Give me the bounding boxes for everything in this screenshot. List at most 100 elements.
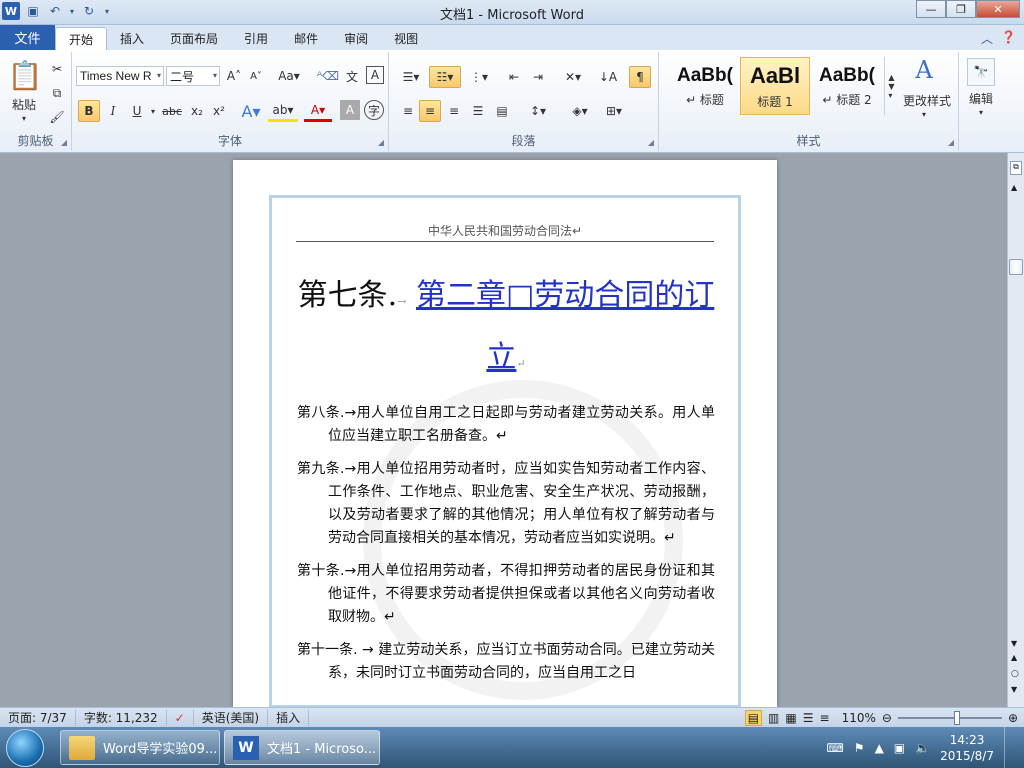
change-styles-button[interactable]: 更改样式: [900, 92, 954, 108]
tab-review[interactable]: 审阅: [331, 27, 381, 50]
underline-button[interactable]: U: [126, 100, 148, 122]
next-page-icon[interactable]: ▼: [1011, 685, 1017, 694]
draft-view-icon[interactable]: ≡: [820, 711, 830, 725]
phonetic-guide-icon[interactable]: 文: [342, 66, 362, 86]
find-icon[interactable]: 🔭: [967, 58, 995, 86]
editing-button[interactable]: 编辑: [963, 90, 999, 106]
scroll-thumb[interactable]: [1009, 259, 1023, 275]
show-desktop-button[interactable]: [1004, 727, 1016, 768]
justify-icon[interactable]: ☰: [467, 100, 489, 122]
asian-layout-icon[interactable]: ✕▾: [559, 66, 587, 88]
styles-scroll[interactable]: ▲ ▼ ▾: [884, 57, 898, 115]
change-case-icon[interactable]: Aa▾: [276, 66, 302, 86]
chevron-down-icon[interactable]: ▾: [18, 112, 30, 124]
font-size-combo[interactable]: 二号 ▾: [166, 66, 220, 86]
insert-mode[interactable]: 插入: [268, 709, 310, 726]
tab-insert[interactable]: 插入: [107, 27, 157, 50]
scroll-down-icon[interactable]: ▼: [1011, 639, 1017, 648]
tab-view[interactable]: 视图: [381, 27, 431, 50]
align-right-icon[interactable]: ≡: [443, 100, 465, 122]
input-method-icon[interactable]: ⚑: [854, 741, 865, 755]
paste-button[interactable]: 粘贴: [6, 96, 42, 112]
decrease-indent-icon[interactable]: ⇤: [503, 66, 525, 88]
keyboard-icon[interactable]: ⌨: [826, 741, 843, 755]
dialog-launcher-icon[interactable]: ◢: [378, 138, 384, 147]
char-shading-icon[interactable]: A: [340, 100, 360, 120]
zoom-level[interactable]: 110%: [842, 711, 876, 725]
clock[interactable]: 14:23 2015/8/7: [940, 732, 994, 764]
increase-indent-icon[interactable]: ⇥: [527, 66, 549, 88]
tab-mailings[interactable]: 邮件: [281, 27, 331, 50]
scroll-up-icon[interactable]: ▲: [1011, 183, 1017, 192]
paste-icon[interactable]: 📋: [8, 58, 43, 92]
show-marks-icon[interactable]: ¶: [629, 66, 651, 88]
zoom-slider-thumb[interactable]: [953, 711, 960, 725]
prev-page-icon[interactable]: ▲: [1011, 653, 1017, 662]
heading-link[interactable]: 第二章□劳动合同的订立: [416, 278, 714, 375]
tab-home[interactable]: 开始: [55, 27, 108, 50]
page-count[interactable]: 页面: 7/37: [0, 709, 76, 726]
document-body[interactable]: 第八条.→用人单位自用工之日起即与劳动者建立劳动关系。用人单位应当建立职工名册备…: [297, 402, 715, 695]
start-button[interactable]: [6, 729, 44, 767]
subscript-button[interactable]: x₂: [186, 100, 208, 122]
close-button[interactable]: ✕: [976, 0, 1020, 18]
network-icon[interactable]: ▣: [894, 741, 905, 755]
show-hidden-icons-icon[interactable]: ▲: [875, 741, 884, 755]
browse-object-icon[interactable]: ○: [1011, 669, 1019, 679]
enclose-char-icon[interactable]: 字: [364, 100, 384, 120]
line-spacing-icon[interactable]: ↕▾: [523, 100, 553, 122]
minimize-button[interactable]: —: [916, 0, 946, 18]
outline-view-icon[interactable]: ☰: [803, 711, 814, 725]
superscript-button[interactable]: x²: [208, 100, 230, 122]
style-heading-1[interactable]: AaBl 标题 1: [740, 57, 810, 115]
document-page[interactable]: 中华人民共和国劳动合同法↵ 第七条.→ 第二章□劳动合同的订立↵ 第八条.→用人…: [233, 160, 777, 708]
dialog-launcher-icon[interactable]: ◢: [648, 138, 654, 147]
tab-page-layout[interactable]: 页面布局: [157, 27, 231, 50]
borders-icon[interactable]: ⊞▾: [599, 100, 629, 122]
bullets-icon[interactable]: ☰▾: [397, 66, 425, 88]
grow-font-icon[interactable]: A˄: [224, 66, 244, 86]
vertical-scrollbar[interactable]: ⧉ ▲ ▼ ▲ ○ ▼: [1007, 153, 1024, 707]
chevron-down-icon[interactable]: ▾: [148, 100, 158, 122]
align-center-icon[interactable]: ≡: [419, 100, 441, 122]
shading-icon[interactable]: ◈▾: [565, 100, 595, 122]
numbering-icon[interactable]: ☷▾: [429, 66, 461, 88]
zoom-out-icon[interactable]: ⊖: [882, 711, 892, 725]
style-heading-2[interactable]: AaBb( ↵ 标题 2: [812, 57, 882, 115]
tab-file[interactable]: 文件: [0, 25, 55, 50]
help-icon[interactable]: ❓: [1001, 30, 1016, 47]
char-border-icon[interactable]: A: [366, 66, 384, 84]
copy-icon[interactable]: ⧉: [48, 84, 66, 102]
clear-format-icon[interactable]: ᴬ⌫: [317, 66, 339, 86]
style-title[interactable]: AaBb( ↵ 标题: [670, 57, 740, 115]
distributed-icon[interactable]: ▤: [491, 100, 513, 122]
chapter-heading[interactable]: 第七条.→ 第二章□劳动合同的订立↵: [297, 268, 715, 392]
chevron-down-icon[interactable]: ▾: [918, 108, 930, 120]
taskbar-item-folder[interactable]: Word导学实验09...: [60, 730, 220, 765]
sort-icon[interactable]: ↓A: [597, 66, 619, 88]
full-screen-view-icon[interactable]: ▥: [768, 711, 779, 725]
word-count[interactable]: 字数: 11,232: [76, 709, 167, 726]
web-layout-view-icon[interactable]: ▦: [785, 711, 796, 725]
maximize-button[interactable]: ❐: [946, 0, 976, 18]
zoom-slider[interactable]: [897, 711, 1002, 725]
chevron-down-icon[interactable]: ▾: [213, 71, 217, 80]
tab-references[interactable]: 引用: [231, 27, 281, 50]
font-color-icon[interactable]: A▾: [304, 100, 332, 122]
bold-button[interactable]: B: [78, 100, 100, 122]
strikethrough-button[interactable]: abc: [160, 100, 184, 122]
volume-icon[interactable]: 🔈: [915, 741, 930, 755]
minimize-ribbon-icon[interactable]: ︿: [981, 30, 993, 47]
change-styles-icon[interactable]: A: [904, 56, 944, 84]
text-effects-icon[interactable]: A▾: [238, 100, 264, 122]
ruler-toggle-icon[interactable]: ⧉: [1010, 161, 1022, 175]
print-layout-view-icon[interactable]: ▤: [744, 710, 763, 726]
dialog-launcher-icon[interactable]: ◢: [61, 138, 67, 147]
shrink-font-icon[interactable]: A˅: [246, 66, 266, 86]
multilevel-list-icon[interactable]: ⋮▾: [465, 66, 493, 88]
proofing-icon[interactable]: ✓: [167, 709, 194, 726]
italic-button[interactable]: I: [102, 100, 124, 122]
taskbar-item-word[interactable]: W 文档1 - Microso...: [224, 730, 380, 765]
chevron-down-icon[interactable]: ▾: [157, 71, 161, 80]
zoom-in-icon[interactable]: ⊕: [1008, 711, 1018, 725]
